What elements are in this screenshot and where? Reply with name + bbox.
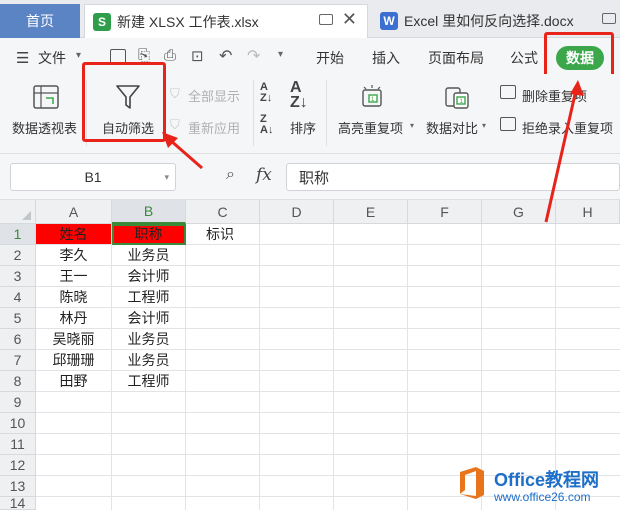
watermark: Office教程网 www.office26.com <box>452 458 620 510</box>
office-logo-icon <box>460 467 484 499</box>
arrow-head-data-tab <box>570 80 584 96</box>
arrow-to-data-tab <box>544 89 578 223</box>
watermark-brand: Office教程网 <box>494 470 600 490</box>
arrow-to-autofilter <box>169 138 203 170</box>
annotation-arrows <box>162 80 584 223</box>
watermark-url: www.office26.com <box>494 490 591 504</box>
